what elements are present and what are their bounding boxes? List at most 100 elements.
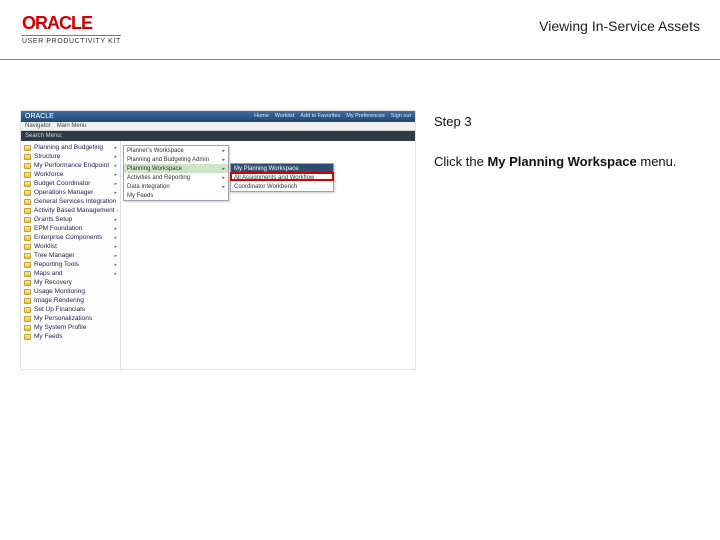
folder-icon: [24, 307, 31, 313]
left-menu-label: My Recovery: [34, 279, 72, 286]
chevron-right-icon: ▸: [222, 166, 225, 172]
menubar-navigator[interactable]: Navigator: [25, 123, 51, 129]
left-menu-label: Worklist: [34, 243, 57, 250]
left-menu-label: Operations Manager: [34, 189, 93, 196]
left-menu: Planning and Budgeting▸ Structure▸ My Pe…: [21, 141, 121, 369]
submenu-label: Planner’s Workspace: [127, 148, 184, 154]
chevron-right-icon: ▸: [114, 244, 117, 250]
left-menu-item[interactable]: Operations Manager ▸: [23, 188, 118, 197]
submenu-item[interactable]: Planner’s Workspace▸: [124, 146, 228, 155]
folder-icon: [24, 253, 31, 259]
left-menu-item[interactable]: Usage Monitoring: [23, 287, 118, 296]
left-menu-item[interactable]: Tree Manager▸: [23, 251, 118, 260]
folder-icon: [24, 199, 31, 205]
submenu-item[interactable]: Planning Workspace ▸: [124, 164, 228, 173]
left-menu-label: My Performance Endpoint: [34, 162, 109, 169]
chevron-right-icon: ▸: [222, 157, 225, 163]
left-menu-item[interactable]: Maps and ▸: [23, 269, 118, 278]
left-menu-label: Image Rendering: [34, 297, 84, 304]
submenu-label: Planning Workspace: [127, 166, 182, 172]
left-menu-item[interactable]: Budget Coordinator▸: [23, 179, 118, 188]
left-menu-label: Maps and: [34, 270, 63, 277]
chevron-right-icon: ▸: [114, 271, 117, 277]
folder-icon: [24, 289, 31, 295]
step-text-after: menu.: [637, 154, 677, 169]
left-menu-item[interactable]: Reporting Tools▸: [23, 260, 118, 269]
left-menu-item[interactable]: My Personalizations: [23, 314, 118, 323]
left-menu-label: Structure: [34, 153, 60, 160]
submenu2-item[interactable]: All Assignments and Workflow: [231, 173, 333, 182]
topnav-prefs[interactable]: My Preferences: [346, 113, 385, 119]
app-menubar: Navigator Main Menu: [21, 122, 415, 131]
app-searchbar: Search Menu:: [21, 131, 415, 141]
submenu-label: My Feeds: [127, 193, 153, 199]
folder-icon: [24, 271, 31, 277]
left-menu-label: Grants Setup: [34, 216, 72, 223]
left-menu-item[interactable]: Activity Based Management▸: [23, 206, 118, 215]
left-menu-label: My Personalizations: [34, 315, 92, 322]
chevron-right-icon: ▸: [114, 253, 117, 259]
left-menu-item[interactable]: Image Rendering: [23, 296, 118, 305]
left-menu-label: Activity Based Management: [34, 207, 115, 214]
left-menu-item[interactable]: My Performance Endpoint ▸: [23, 161, 118, 170]
submenu-item[interactable]: Planning and Budgeting Admin ▸: [124, 155, 228, 164]
left-menu-label: Workforce: [34, 171, 64, 178]
left-menu-item[interactable]: Planning and Budgeting ▸: [23, 143, 118, 152]
left-menu-label: My Feeds: [34, 333, 63, 340]
left-menu-label: Planning and Budgeting: [34, 144, 103, 151]
app-topnav: Home Worklist Add to Favorites My Prefer…: [254, 113, 411, 119]
submenu-label: All Assignments and Workflow: [234, 175, 314, 181]
folder-icon: [24, 325, 31, 331]
submenu-item[interactable]: Activities and Reporting ▸: [124, 173, 228, 182]
topnav-signout[interactable]: Sign out: [391, 113, 411, 119]
folder-icon: [24, 316, 31, 322]
folder-icon: [24, 217, 31, 223]
left-menu-label: Set Up Financials: [34, 306, 85, 313]
chevron-right-icon: ▸: [114, 190, 117, 196]
submenu-label: Data Integration: [127, 184, 170, 190]
folder-icon: [24, 181, 31, 187]
left-menu-item[interactable]: My System Profile: [23, 323, 118, 332]
menubar-mainmenu[interactable]: Main Menu: [57, 123, 87, 129]
chevron-right-icon: ▸: [114, 217, 117, 223]
left-menu-label: Usage Monitoring: [34, 288, 85, 295]
searchbar-label: Search Menu:: [25, 133, 62, 139]
left-menu-item[interactable]: My Feeds: [23, 332, 118, 341]
left-menu-item[interactable]: General Services Integration▸: [23, 197, 118, 206]
left-menu-item[interactable]: Worklist ▸: [23, 242, 118, 251]
left-menu-item[interactable]: Set Up Financials: [23, 305, 118, 314]
left-menu-label: EPM Foundation: [34, 225, 82, 232]
topnav-worklist[interactable]: Worklist: [275, 113, 294, 119]
folder-icon: [24, 154, 31, 160]
topnav-favorites[interactable]: Add to Favorites: [300, 113, 340, 119]
left-menu-label: Budget Coordinator: [34, 180, 90, 187]
left-menu-item[interactable]: Enterprise Components▸: [23, 233, 118, 242]
submenu-item[interactable]: Data Integration▸: [124, 182, 228, 191]
left-menu-item[interactable]: Structure▸: [23, 152, 118, 161]
submenu-label: Planning and Budgeting Admin: [127, 157, 209, 163]
left-menu-item[interactable]: Grants Setup ▸: [23, 215, 118, 224]
submenu2-item[interactable]: Coordinator Workbench: [231, 182, 333, 191]
folder-icon: [24, 244, 31, 250]
step-text-before: Click the: [434, 154, 487, 169]
submenu2-item-my-planning-workspace[interactable]: My Planning Workspace: [231, 164, 333, 173]
step-text-bold: My Planning Workspace: [487, 154, 636, 169]
page-title: Viewing In-Service Assets: [539, 18, 700, 34]
left-menu-item[interactable]: My Recovery: [23, 278, 118, 287]
folder-icon: [24, 145, 31, 151]
chevron-right-icon: ▸: [114, 163, 117, 169]
submenu-label: Activities and Reporting: [127, 175, 190, 181]
submenu-1: Planner’s Workspace▸ Planning and Budget…: [123, 145, 229, 201]
chevron-right-icon: ▸: [222, 175, 225, 181]
folder-icon: [24, 208, 31, 214]
folder-icon: [24, 334, 31, 340]
left-menu-item[interactable]: Workforce▸: [23, 170, 118, 179]
submenu-item[interactable]: My Feeds: [124, 191, 228, 200]
chevron-right-icon: ▸: [114, 145, 117, 151]
topnav-home[interactable]: Home: [254, 113, 269, 119]
left-menu-label: Enterprise Components: [34, 234, 102, 241]
folder-icon: [24, 172, 31, 178]
left-menu-item[interactable]: EPM Foundation▸: [23, 224, 118, 233]
app-screenshot: ORACLE Home Worklist Add to Favorites My…: [20, 110, 416, 370]
folder-icon: [24, 262, 31, 268]
